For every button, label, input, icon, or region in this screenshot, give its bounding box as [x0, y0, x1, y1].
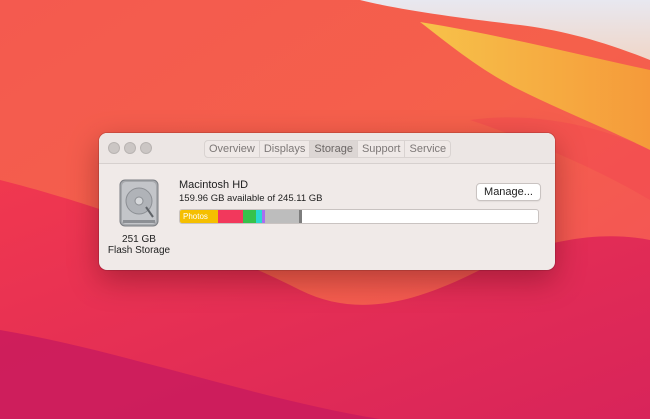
tab-displays[interactable]: Displays — [260, 141, 311, 157]
about-this-mac-window: Overview Displays Storage Support Servic… — [99, 133, 555, 270]
storage-segment[interactable] — [299, 210, 302, 223]
storage-segment[interactable] — [243, 210, 256, 223]
storage-segment-label: Photos — [183, 212, 208, 221]
tab-bar: Overview Displays Storage Support Servic… — [204, 140, 452, 158]
tab-service[interactable]: Service — [405, 141, 450, 157]
minimize-window-button[interactable] — [124, 142, 136, 154]
manage-button[interactable]: Manage... — [476, 183, 541, 201]
storage-segment[interactable]: Photos — [180, 210, 218, 223]
volume-available: 159.96 GB available of 245.11 GB — [179, 193, 323, 204]
hard-drive-icon — [119, 179, 159, 227]
storage-segment[interactable] — [218, 210, 243, 223]
tab-overview[interactable]: Overview — [205, 141, 260, 157]
disk-type: Flash Storage — [107, 245, 171, 256]
disk-capacity: 251 GB — [122, 234, 156, 245]
zoom-window-button[interactable] — [140, 142, 152, 154]
title-bar: Overview Displays Storage Support Servic… — [99, 133, 555, 164]
storage-segment[interactable] — [265, 210, 299, 223]
storage-usage-bar: Photos — [179, 209, 539, 224]
tab-support[interactable]: Support — [358, 141, 406, 157]
close-window-button[interactable] — [108, 142, 120, 154]
tab-storage[interactable]: Storage — [310, 141, 358, 157]
volume-name: Macintosh HD — [179, 179, 249, 191]
